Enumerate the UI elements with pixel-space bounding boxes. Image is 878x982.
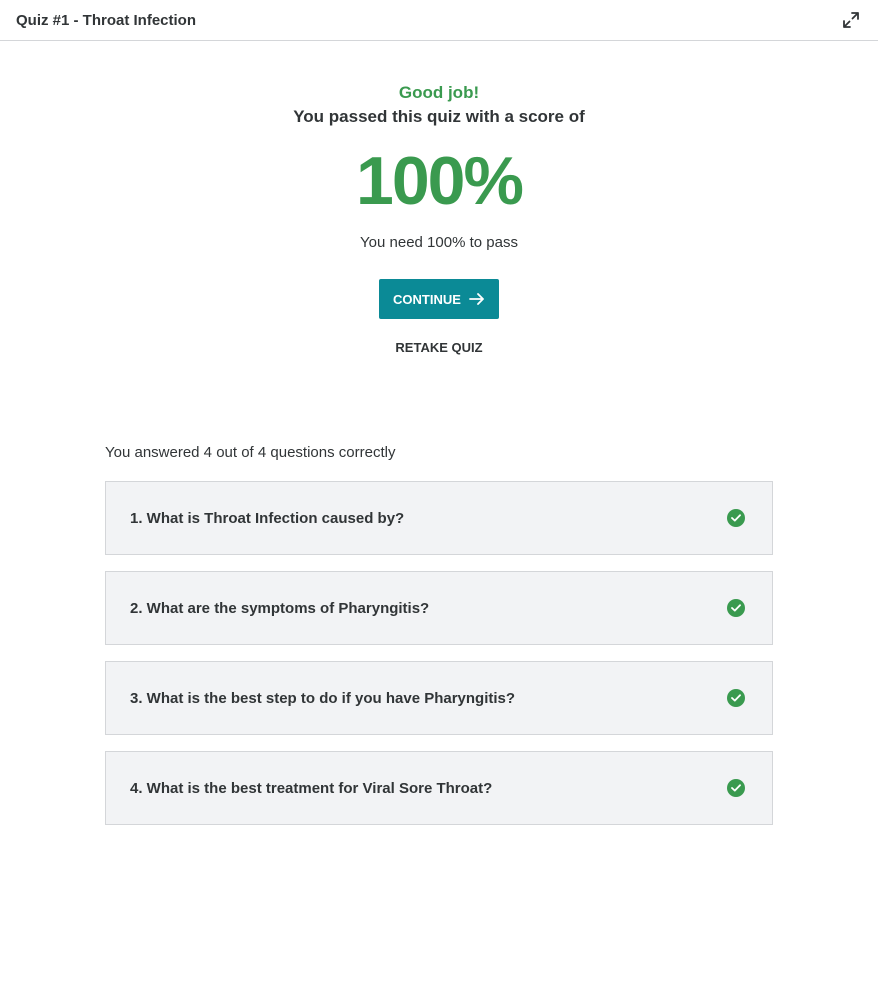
continue-label: CONTINUE (393, 291, 461, 307)
question-text: 2. What are the symptoms of Pharyngitis? (130, 599, 430, 617)
pass-requirement: You need 100% to pass (360, 234, 518, 251)
check-circle-icon (727, 779, 745, 797)
check-circle-icon (727, 689, 745, 707)
question-item[interactable]: 1. What is Throat Infection caused by? (105, 481, 773, 555)
retake-quiz-button[interactable]: RETAKE QUIZ (395, 340, 482, 355)
check-circle-icon (727, 509, 745, 527)
result-headline: Good job! (398, 83, 480, 102)
arrow-right-icon (469, 293, 484, 305)
result-subtitle: You passed this quiz with a score of (293, 107, 585, 126)
question-item[interactable]: 2. What are the symptoms of Pharyngitis? (105, 571, 773, 645)
answers-summary: You answered 4 out of 4 questions correc… (105, 444, 396, 461)
check-circle-icon (727, 599, 745, 617)
question-text: 4. What is the best treatment for Viral … (130, 779, 493, 797)
quiz-title: Quiz #1 - Throat Infection (16, 11, 197, 29)
question-item[interactable]: 4. What is the best treatment for Viral … (105, 751, 773, 825)
question-text: 3. What is the best step to do if you ha… (130, 689, 516, 707)
result-panel: Good job! You passed this quiz with a sc… (0, 83, 878, 357)
quiz-header: Quiz #1 - Throat Infection (0, 0, 878, 41)
score-value: 100% (356, 143, 524, 219)
question-list: 1. What is Throat Infection caused by? 2… (105, 481, 773, 841)
expand-button[interactable] (841, 10, 861, 30)
question-text: 1. What is Throat Infection caused by? (130, 509, 405, 527)
question-item[interactable]: 3. What is the best step to do if you ha… (105, 661, 773, 735)
continue-button[interactable]: CONTINUE (379, 279, 499, 319)
expand-icon (843, 12, 859, 28)
